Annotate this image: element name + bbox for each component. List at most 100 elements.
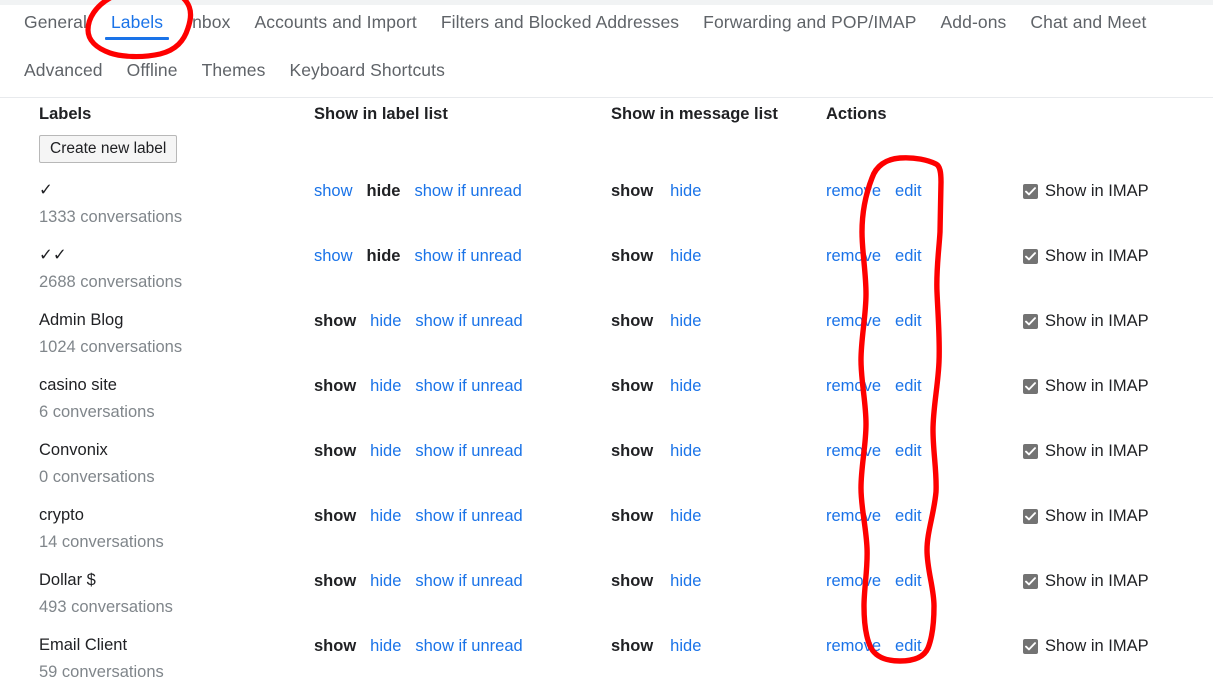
actions-options: remove edit [826,430,1000,462]
label-cell: ✓✓ 2688 conversations [0,235,302,294]
label-list-show-if-unread-link[interactable]: show if unread [415,507,522,525]
tab-accounts-and-import[interactable]: Accounts and Import [242,5,428,40]
show-in-imap-label: Show in IMAP [1045,312,1149,330]
checkbox-checked-icon[interactable] [1023,444,1038,459]
edit-label-link[interactable]: edit [895,312,922,330]
message-list-hide-link[interactable]: hide [670,247,701,265]
message-list-hide-link[interactable]: hide [670,507,701,525]
edit-label-link[interactable]: edit [895,377,922,395]
edit-label-link[interactable]: edit [895,247,922,265]
settings-tabbar: General Labels Inbox Accounts and Import Fil… [0,5,1213,87]
edit-label-link[interactable]: edit [895,507,922,525]
show-in-imap-toggle[interactable]: Show in IMAP [1023,170,1213,202]
checkbox-checked-icon[interactable] [1023,639,1038,654]
show-in-imap-label: Show in IMAP [1045,637,1149,655]
remove-label-link[interactable]: remove [826,247,881,265]
message-list-hide-link[interactable]: hide [670,182,701,200]
label-list-show-link[interactable]: show [314,182,353,200]
edit-label-link[interactable]: edit [895,182,922,200]
tab-themes[interactable]: Themes [190,53,278,88]
checkbox-checked-icon[interactable] [1023,509,1038,524]
message-list-hide-link[interactable]: hide [670,312,701,330]
label-list-hide-link[interactable]: hide [370,377,401,395]
tab-label: Labels [110,12,164,32]
label-name: ✓✓ [39,246,67,264]
show-in-imap-toggle[interactable]: Show in IMAP [1023,625,1213,657]
message-list-options: show hide [611,560,824,592]
label-list-hide-link[interactable]: hide [370,637,401,655]
edit-label-link[interactable]: edit [895,442,922,460]
label-list-hide-link[interactable]: hide [370,572,401,590]
actions-cell: remove edit [824,495,1000,527]
edit-label-link[interactable]: edit [895,637,922,655]
checkbox-checked-icon[interactable] [1023,314,1038,329]
remove-label-link[interactable]: remove [826,442,881,460]
label-list-hide-link[interactable]: hide [370,312,401,330]
remove-label-link[interactable]: remove [826,572,881,590]
label-list-show-link[interactable]: show [314,247,353,265]
tab-keyboard-shortcuts[interactable]: Keyboard Shortcuts [277,53,457,88]
tab-forwarding-and-pop-imap[interactable]: Forwarding and POP/IMAP [691,5,928,40]
label-list-show-if-unread-link[interactable]: show if unread [414,182,521,200]
remove-label-link[interactable]: remove [826,637,881,655]
imap-cell: Show in IMAP [1000,170,1213,202]
tab-inbox[interactable]: Inbox [175,5,242,40]
tab-advanced[interactable]: Advanced [12,53,115,88]
label-list-hide-link[interactable]: hide [370,442,401,460]
message-list-hide-link[interactable]: hide [670,572,701,590]
label-list-show-if-unread-link[interactable]: show if unread [415,377,522,395]
show-in-label-list-cell: show hide show if unread [302,300,600,332]
show-in-imap-toggle[interactable]: Show in IMAP [1023,495,1213,527]
create-new-label-button[interactable]: Create new label [39,135,178,163]
remove-label-link[interactable]: remove [826,507,881,525]
tab-general[interactable]: General [12,5,99,40]
show-in-message-list-cell: show hide [600,170,824,202]
tab-offline[interactable]: Offline [115,53,190,88]
tab-label: General [24,12,87,32]
label-list-options: show hide show if unread [314,170,600,202]
actions-options: remove edit [826,495,1000,527]
remove-label-link[interactable]: remove [826,182,881,200]
tab-label: Chat and Meet [1030,12,1147,32]
label-name: crypto [39,506,84,524]
labels-table-header: Labels Show in label list Show in messag… [0,104,1213,135]
message-list-hide-link[interactable]: hide [670,442,701,460]
label-list-show-if-unread-link[interactable]: show if unread [415,442,522,460]
label-list-show-link: show [314,312,357,330]
column-header-show-in-label-list: Show in label list [314,105,448,123]
label-list-show-if-unread-link[interactable]: show if unread [415,312,522,330]
show-in-imap-toggle[interactable]: Show in IMAP [1023,365,1213,397]
remove-label-link[interactable]: remove [826,312,881,330]
table-row: Dollar $ 493 conversations show hide show if… [0,560,1213,625]
actions-options: remove edit [826,625,1000,657]
label-list-show-if-unread-link[interactable]: show if unread [415,637,522,655]
checkbox-checked-icon[interactable] [1023,249,1038,264]
remove-label-link[interactable]: remove [826,377,881,395]
label-cell: ✓ 1333 conversations [0,170,302,229]
message-list-show-link: show [611,442,654,460]
checkbox-checked-icon[interactable] [1023,184,1038,199]
show-in-imap-toggle[interactable]: Show in IMAP [1023,300,1213,332]
label-list-show-if-unread-link[interactable]: show if unread [415,572,522,590]
label-list-hide-link[interactable]: hide [370,507,401,525]
tab-label: Offline [126,59,178,80]
label-name: Convonix [39,441,108,459]
message-list-hide-link[interactable]: hide [670,377,701,395]
message-list-hide-link[interactable]: hide [670,637,701,655]
tab-add-ons[interactable]: Add-ons [929,5,1019,40]
tab-chat-and-meet[interactable]: Chat and Meet [1018,5,1158,40]
show-in-imap-toggle[interactable]: Show in IMAP [1023,235,1213,267]
tab-label: Forwarding and POP/IMAP [703,12,917,32]
table-row: crypto 14 conversations show hide show if un… [0,495,1213,560]
message-list-show-link: show [611,377,654,395]
label-list-show-if-unread-link[interactable]: show if unread [414,247,521,265]
actions-cell: remove edit [824,625,1000,657]
checkbox-checked-icon[interactable] [1023,574,1038,589]
show-in-imap-toggle[interactable]: Show in IMAP [1023,560,1213,592]
edit-label-link[interactable]: edit [895,572,922,590]
tab-labels[interactable]: Labels [99,5,175,40]
tab-filters-and-blocked-addresses[interactable]: Filters and Blocked Addresses [429,5,691,40]
show-in-imap-toggle[interactable]: Show in IMAP [1023,430,1213,462]
checkbox-checked-icon[interactable] [1023,379,1038,394]
show-in-imap-label: Show in IMAP [1045,377,1149,395]
